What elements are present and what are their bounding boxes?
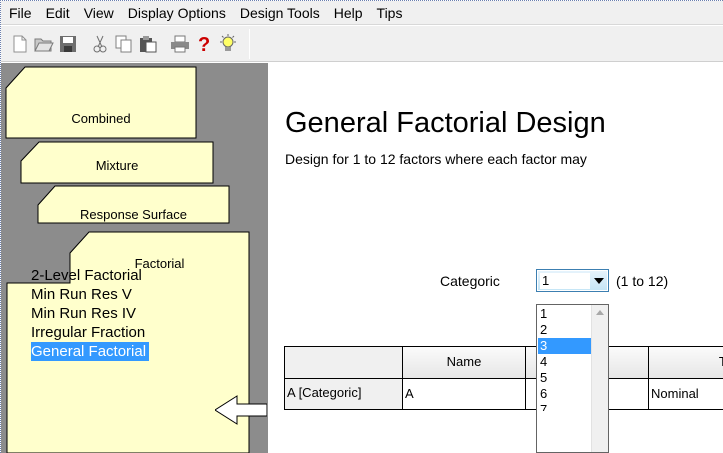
design-item-2-level-factorial[interactable]: 2-Level Factorial [31, 266, 149, 285]
design-item-min-run-res-v[interactable]: Min Run Res V [31, 285, 149, 304]
grid-header-type: Type [648, 346, 723, 379]
categoric-label: Categoric [440, 273, 500, 289]
dropdown-option[interactable]: 5 [538, 370, 594, 386]
cut-icon[interactable] [89, 33, 111, 55]
menu-bar: File Edit View Display Options Design To… [1, 1, 723, 25]
dropdown-option-highlighted[interactable]: 3 [538, 338, 594, 354]
help-icon[interactable]: ? [193, 33, 215, 55]
design-item-min-run-res-iv[interactable]: Min Run Res IV [31, 304, 149, 323]
design-list: 2-Level Factorial Min Run Res V Min Run … [31, 266, 150, 361]
menu-design-tools[interactable]: Design Tools [233, 1, 327, 25]
menu-tips[interactable]: Tips [370, 1, 410, 25]
range-label: (1 to 12) [616, 273, 669, 289]
categoric-count-dropdown[interactable]: 1 2 3 4 5 6 7 [536, 304, 609, 453]
save-icon[interactable] [57, 33, 79, 55]
categoric-count-value: 1 [540, 273, 590, 289]
paste-icon[interactable] [137, 33, 159, 55]
toolbar-separator [249, 28, 250, 59]
print-icon[interactable] [169, 33, 191, 55]
toolbar: ? [1, 26, 723, 62]
grid-cell-type[interactable]: Nominal [648, 378, 723, 410]
menu-view[interactable]: View [77, 1, 121, 25]
menu-help[interactable]: Help [327, 1, 370, 25]
design-item-general-factorial[interactable]: General Factorial [31, 342, 150, 361]
dropdown-option[interactable]: 4 [538, 354, 594, 370]
grid-cell-name[interactable]: A [402, 378, 526, 410]
tab-combined-label[interactable]: Combined [6, 111, 196, 126]
page-title: General Factorial Design [285, 107, 606, 139]
tab-combined [5, 66, 197, 139]
grid-header-name: Name [402, 346, 526, 379]
tab-mixture-label[interactable]: Mixture [21, 158, 213, 173]
grid-row-label: A [Categoric] [284, 378, 403, 410]
menu-file[interactable]: File [1, 1, 39, 25]
menu-display-options[interactable]: Display Options [121, 1, 233, 25]
scroll-up-icon[interactable] [596, 310, 604, 315]
page-subtitle: Design for 1 to 12 factors where each fa… [285, 151, 587, 167]
design-item-irregular-fraction[interactable]: Irregular Fraction [31, 323, 149, 342]
menu-edit[interactable]: Edit [39, 1, 77, 25]
dropdown-option[interactable]: 2 [538, 322, 594, 338]
dropdown-scrollbar[interactable] [591, 305, 608, 452]
copy-icon[interactable] [113, 33, 135, 55]
chevron-down-icon[interactable] [594, 278, 604, 284]
svg-text:?: ? [198, 34, 210, 54]
dropdown-option[interactable]: 1 [538, 306, 594, 322]
tab-response-surface-label[interactable]: Response Surface [38, 207, 229, 222]
tip-icon[interactable] [217, 33, 239, 55]
selection-pointer-icon [215, 395, 267, 425]
main-content: General Factorial Design Design for 1 to… [268, 63, 723, 453]
dropdown-option[interactable]: 6 [538, 386, 594, 402]
dropdown-option[interactable]: 7 [538, 402, 594, 411]
categoric-count-select[interactable]: 1 [536, 269, 609, 292]
open-icon[interactable] [33, 33, 55, 55]
new-icon[interactable] [9, 33, 31, 55]
grid-header-corner [284, 346, 403, 379]
